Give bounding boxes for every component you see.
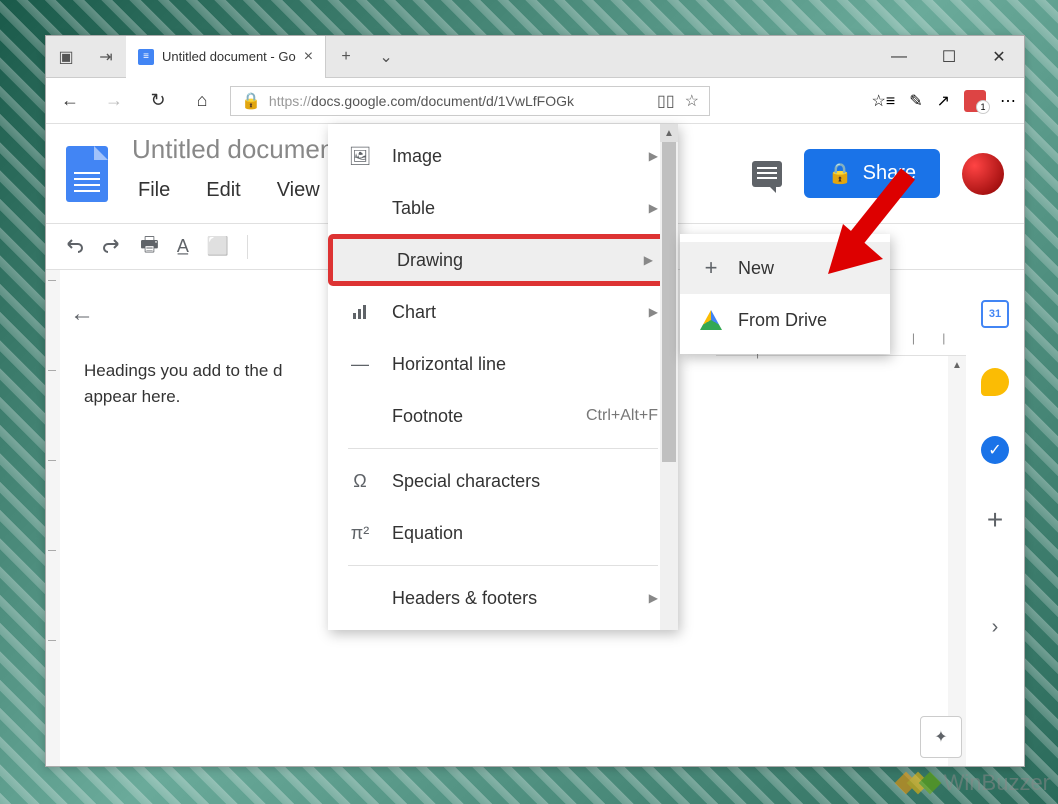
explore-button[interactable]: ✦ [920, 716, 962, 758]
favorite-icon[interactable]: ☆ [685, 91, 699, 111]
url-text: https://docs.google.com/document/d/1VwLf… [269, 93, 574, 109]
insert-drawing[interactable]: Drawing ▶ [328, 234, 678, 286]
insert-hline-label: Horizontal line [392, 354, 506, 375]
print-icon[interactable]: 🖶 [140, 230, 159, 264]
close-window-button[interactable]: ✕ [974, 36, 1024, 78]
watermark-text: WinBuzzer [944, 770, 1050, 796]
lock-icon: 🔒 [828, 161, 853, 186]
submenu-arrow-icon: ▶ [649, 305, 658, 319]
insert-dropdown: 🖼 Image ▶ Table ▶ Drawing ▶ Chart ▶ — [328, 124, 678, 630]
pi-icon: π² [348, 523, 372, 544]
insert-equation[interactable]: π² Equation [328, 507, 678, 559]
submenu-arrow-icon: ▶ [644, 253, 653, 267]
share-icon[interactable]: ↗ [937, 91, 950, 111]
browser-window: ▣ ⇥ ≡ Untitled document - Go × + ⌄ — ☐ ✕… [45, 35, 1025, 767]
insert-special-label: Special characters [392, 471, 540, 492]
back-button[interactable]: ← [54, 85, 86, 117]
lock-icon: 🔒 [241, 91, 261, 111]
outline-back-icon[interactable]: ← [70, 300, 302, 328]
favorites-icon[interactable]: ☆≡ [872, 91, 896, 111]
outline-hint-text: Headings you add to the d appear here. [84, 358, 302, 409]
insert-footnote[interactable]: Footnote Ctrl+Alt+F [328, 390, 678, 442]
undo-icon[interactable] [64, 234, 84, 259]
address-bar: ← → ↻ ⌂ 🔒 https://docs.google.com/docume… [46, 78, 1024, 124]
browser-tab[interactable]: ≡ Untitled document - Go × [126, 36, 326, 78]
drawing-new-label: New [738, 258, 774, 279]
insert-special-chars[interactable]: Ω Special characters [328, 455, 678, 507]
menu-view[interactable]: View [271, 175, 326, 214]
close-tab-icon[interactable]: × [304, 48, 313, 66]
share-label: Share [863, 162, 916, 185]
insert-chart[interactable]: Chart ▶ [328, 286, 678, 338]
insert-footnote-label: Footnote [392, 406, 463, 427]
set-aside-icon[interactable]: ⇥ [86, 36, 126, 78]
menu-edit[interactable]: Edit [200, 175, 246, 214]
drawing-submenu: + New From Drive [680, 234, 890, 354]
tasks-icon[interactable]: ✓ [981, 436, 1009, 464]
home-button[interactable]: ⌂ [186, 85, 218, 117]
reading-view-icon[interactable]: ▯▯ [657, 91, 675, 111]
refresh-button[interactable]: ↻ [142, 85, 174, 117]
insert-table-label: Table [392, 198, 435, 219]
chart-icon [348, 303, 372, 321]
side-panel: 31 ✓ + › [966, 270, 1024, 639]
submenu-arrow-icon: ▶ [649, 149, 658, 163]
docs-favicon-icon: ≡ [138, 49, 154, 65]
insert-drawing-label: Drawing [397, 250, 463, 271]
spellcheck-icon[interactable]: A̲ [177, 236, 189, 257]
insert-equation-label: Equation [392, 523, 463, 544]
watermark: WinBuzzer [902, 770, 1050, 796]
browser-tab-bar: ▣ ⇥ ≡ Untitled document - Go × + ⌄ — ☐ ✕ [46, 36, 1024, 78]
submenu-arrow-icon: ▶ [649, 591, 658, 605]
insert-headers-footers[interactable]: Headers & footers ▶ [328, 572, 678, 624]
settings-menu-icon[interactable]: ⋯ [1000, 91, 1016, 111]
account-avatar[interactable] [962, 153, 1004, 195]
drawing-new[interactable]: + New [680, 242, 890, 294]
image-icon: 🖼 [348, 146, 372, 167]
docs-logo-icon[interactable] [66, 146, 108, 202]
paint-format-icon[interactable]: ⬜ [207, 236, 229, 257]
maximize-button[interactable]: ☐ [924, 36, 974, 78]
extension-badge-icon[interactable] [964, 90, 986, 112]
comments-icon[interactable] [752, 161, 782, 187]
insert-table[interactable]: Table ▶ [328, 182, 678, 234]
insert-chart-label: Chart [392, 302, 436, 323]
forward-button[interactable]: → [98, 85, 130, 117]
calendar-icon[interactable]: 31 [981, 300, 1009, 328]
add-addon-icon[interactable]: + [987, 504, 1003, 536]
collapse-panel-icon[interactable]: › [992, 616, 999, 639]
insert-horizontal-line[interactable]: — Horizontal line [328, 338, 678, 390]
submenu-arrow-icon: ▶ [649, 201, 658, 215]
url-input[interactable]: 🔒 https://docs.google.com/document/d/1Vw… [230, 86, 710, 116]
insert-image-label: Image [392, 146, 442, 167]
scroll-up-icon[interactable]: ▲ [948, 356, 966, 374]
footnote-shortcut: Ctrl+Alt+F [586, 407, 658, 425]
notes-icon[interactable]: ✎ [909, 91, 922, 111]
share-button[interactable]: 🔒 Share [804, 149, 940, 198]
redo-icon[interactable] [102, 234, 122, 259]
keep-icon[interactable] [981, 368, 1009, 396]
scroll-thumb[interactable] [662, 142, 676, 462]
drive-icon [700, 310, 722, 330]
insert-hf-label: Headers & footers [392, 588, 537, 609]
minimize-button[interactable]: — [874, 36, 924, 78]
tab-title: Untitled document - Go [162, 49, 296, 64]
drawing-from-drive[interactable]: From Drive [680, 294, 890, 346]
right-scrollbar[interactable]: ▲ [948, 356, 966, 766]
tab-chevron-icon[interactable]: ⌄ [366, 47, 406, 67]
insert-image[interactable]: 🖼 Image ▶ [328, 130, 678, 182]
plus-icon: + [700, 255, 722, 281]
outline-panel: ← Headings you add to the d appear here. [46, 270, 326, 766]
left-ruler [46, 270, 60, 766]
omega-icon: Ω [348, 471, 372, 492]
dropdown-scrollbar[interactable]: ▲ [660, 124, 678, 630]
tab-actions-icon[interactable]: ▣ [46, 36, 86, 78]
horizontal-line-icon: — [348, 354, 372, 375]
new-tab-button[interactable]: + [326, 48, 366, 66]
docs-app: Untitled document File Edit View Insert … [46, 124, 1024, 766]
drawing-drive-label: From Drive [738, 310, 827, 331]
menu-file[interactable]: File [132, 175, 176, 214]
scroll-up-icon[interactable]: ▲ [660, 124, 678, 142]
